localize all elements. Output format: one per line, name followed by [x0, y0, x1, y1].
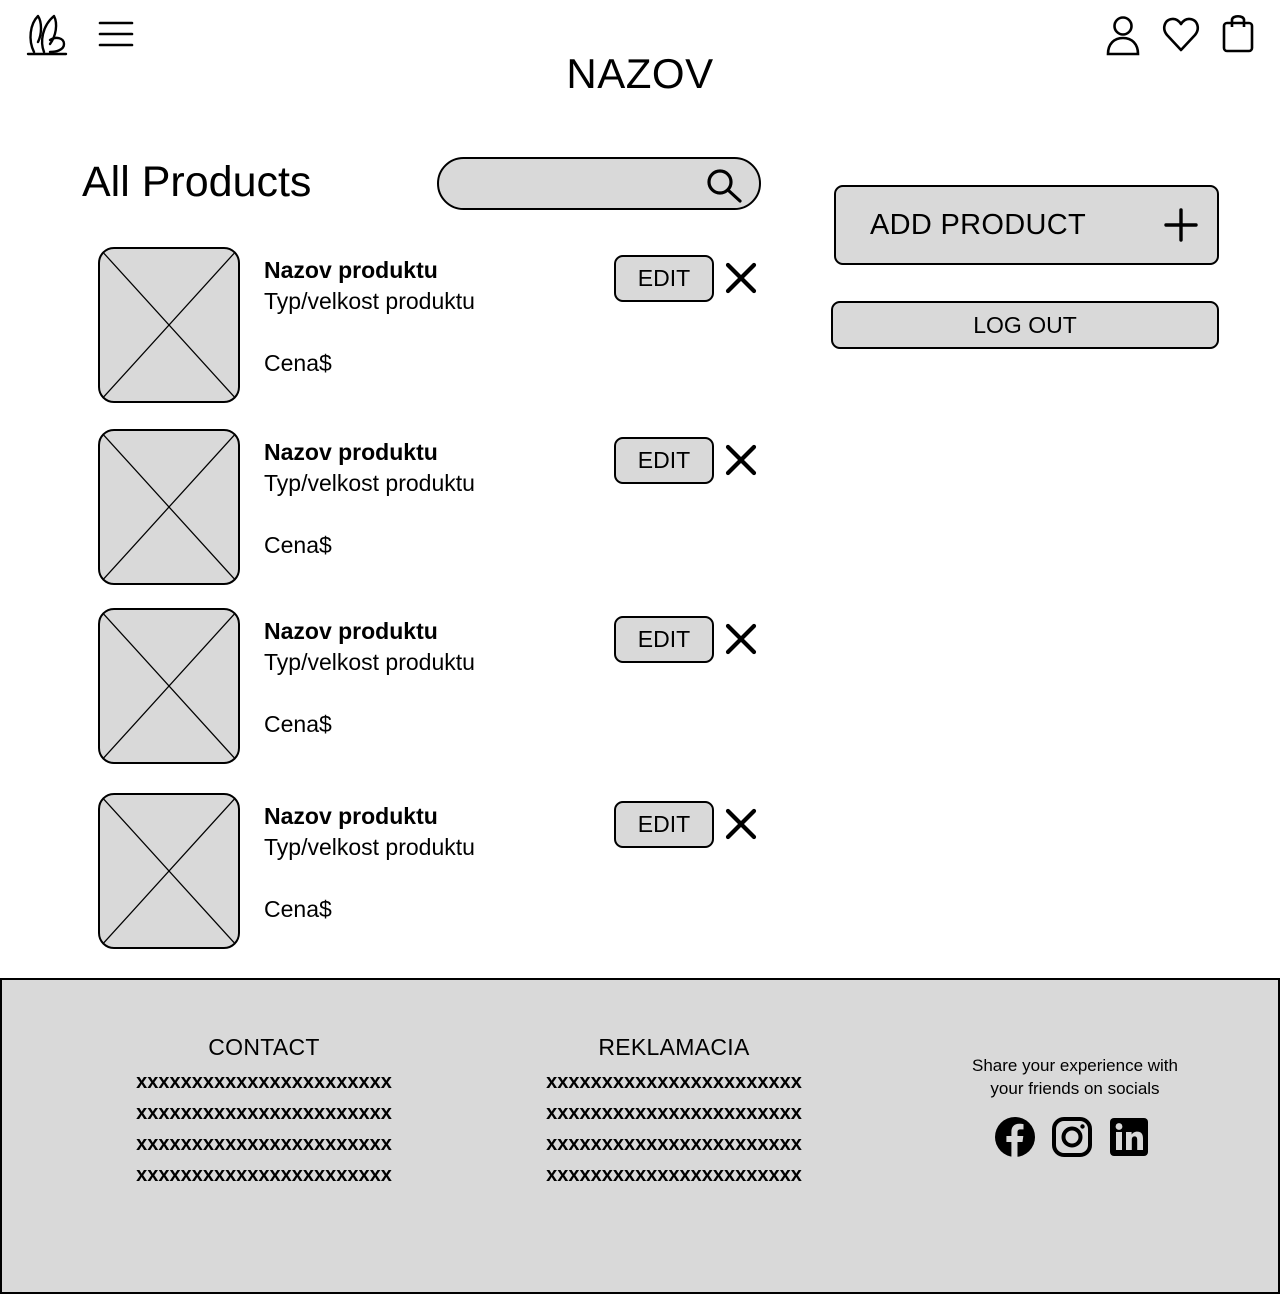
edit-button[interactable]: EDIT — [614, 616, 714, 663]
contact-line: xxxxxxxxxxxxxxxxxxxxxxx — [136, 1071, 392, 1093]
contact-line: xxxxxxxxxxxxxxxxxxxxxxx — [136, 1133, 392, 1155]
contact-title: CONTACT — [208, 1034, 320, 1060]
facebook-icon[interactable] — [994, 1116, 1036, 1158]
footer: CONTACT xxxxxxxxxxxxxxxxxxxxxxx xxxxxxxx… — [0, 978, 1280, 1294]
instagram-icon[interactable] — [1051, 1116, 1093, 1158]
product-image-placeholder[interactable] — [98, 247, 240, 403]
add-product-label: ADD PRODUCT — [870, 209, 1086, 241]
product-image-placeholder[interactable] — [98, 793, 240, 949]
edit-button[interactable]: EDIT — [614, 255, 714, 302]
social-text: Share your experience with your friends … — [932, 1054, 1218, 1100]
menu-icon[interactable] — [98, 18, 134, 50]
section-heading: All Products — [82, 158, 312, 206]
reklamacia-line: xxxxxxxxxxxxxxxxxxxxxxx — [546, 1102, 802, 1124]
close-icon[interactable] — [724, 622, 758, 656]
heart-icon[interactable] — [1162, 16, 1200, 54]
close-icon[interactable] — [724, 261, 758, 295]
product-type: Typ/velkost produktu — [264, 834, 475, 860]
product-name: Nazov produktu — [264, 618, 438, 644]
product-row: Nazov produktu Typ/velkost produktu Cena$ E… — [98, 608, 768, 764]
reklamacia-line: xxxxxxxxxxxxxxxxxxxxxxx — [546, 1133, 802, 1155]
add-product-button[interactable]: ADD PRODUCT — [834, 185, 1219, 265]
bag-icon[interactable] — [1220, 12, 1256, 54]
product-type: Typ/velkost produktu — [264, 649, 475, 675]
search-input[interactable] — [459, 169, 693, 201]
product-name: Nazov produktu — [264, 257, 438, 283]
close-icon[interactable] — [724, 807, 758, 841]
search-bar[interactable] — [437, 157, 761, 210]
edit-button[interactable]: EDIT — [614, 801, 714, 848]
contact-line: xxxxxxxxxxxxxxxxxxxxxxx — [136, 1102, 392, 1124]
product-row: Nazov produktu Typ/velkost produktu Cena$ E… — [98, 247, 768, 403]
product-price: Cena$ — [264, 350, 332, 376]
reklamacia-title: REKLAMACIA — [598, 1034, 750, 1060]
product-row: Nazov produktu Typ/velkost produktu Cena$ E… — [98, 793, 768, 949]
product-price: Cena$ — [264, 532, 332, 558]
social-text-line: Share your experience with — [971, 1056, 1178, 1075]
product-price: Cena$ — [264, 711, 332, 737]
plus-icon — [1163, 207, 1199, 243]
reklamacia-line: xxxxxxxxxxxxxxxxxxxxxxx — [546, 1164, 802, 1186]
reklamacia-column: REKLAMACIA xxxxxxxxxxxxxxxxxxxxxxx xxxxx… — [524, 1034, 824, 1191]
product-name: Nazov produktu — [264, 803, 438, 829]
contact-column: CONTACT xxxxxxxxxxxxxxxxxxxxxxx xxxxxxxx… — [114, 1034, 414, 1191]
product-type: Typ/velkost produktu — [264, 288, 475, 314]
contact-line: xxxxxxxxxxxxxxxxxxxxxxx — [136, 1164, 392, 1186]
search-icon[interactable] — [705, 168, 743, 204]
close-icon[interactable] — [724, 443, 758, 477]
edit-button[interactable]: EDIT — [614, 437, 714, 484]
product-name: Nazov produktu — [264, 439, 438, 465]
logout-button[interactable]: LOG OUT — [831, 301, 1219, 349]
product-row: Nazov produktu Typ/velkost produktu Cena$ E… — [98, 429, 768, 585]
linkedin-icon[interactable] — [1108, 1116, 1150, 1158]
product-image-placeholder[interactable] — [98, 429, 240, 585]
product-type: Typ/velkost produktu — [264, 470, 475, 496]
product-image-placeholder[interactable] — [98, 608, 240, 764]
product-price: Cena$ — [264, 896, 332, 922]
social-text-line: your friends on socials — [990, 1079, 1160, 1098]
page-title: NAZOV — [566, 50, 714, 97]
reklamacia-line: xxxxxxxxxxxxxxxxxxxxxxx — [546, 1071, 802, 1093]
